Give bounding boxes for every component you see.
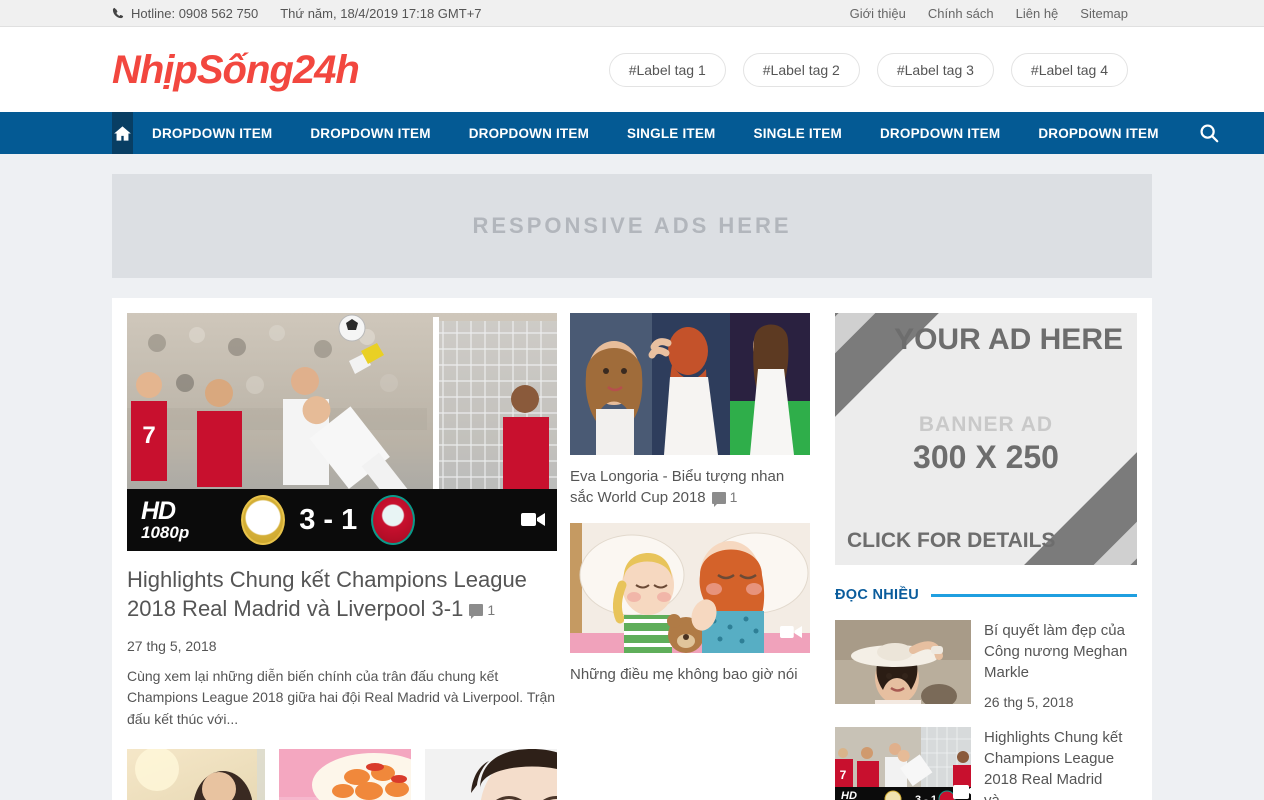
nav-search-button[interactable]: [1178, 112, 1228, 154]
food-dishes-photo: [279, 748, 412, 800]
popular-item-1-body: Bí quyết làm đẹp của Công nương Meghan M…: [984, 620, 1137, 710]
thumbnail-card-1[interactable]: [127, 748, 266, 800]
secondary-article-1-title-text: Eva Longoria - Biểu tượng nhan sắc World…: [570, 468, 785, 507]
nav-item-6[interactable]: DROPDOWN ITEM: [861, 112, 1019, 154]
comment-icon: [469, 604, 484, 620]
topbar-link-lien-he[interactable]: Liên hệ: [1016, 6, 1059, 21]
main-navigation-bar: DROPDOWN ITEM DROPDOWN ITEM DROPDOWN ITE…: [0, 112, 1264, 154]
banner-cta: CLICK FOR DETAILS: [847, 529, 1056, 552]
comment-icon: [711, 492, 726, 508]
woman-face-photo: [425, 748, 557, 800]
secondary-article-2-title[interactable]: Những điều mẹ không bao giờ nói: [570, 664, 810, 685]
popular-item-2-thumbnail: 7 HD 1080p 3 - 1: [835, 727, 971, 800]
featured-article-title-text: Highlights Chung kết Champions League 20…: [127, 567, 527, 622]
content-area: 7 HD 1080p 3 - 1 Highlights Chung kết Ch…: [112, 298, 1152, 800]
eva-longoria-collage-photo: [570, 313, 810, 455]
featured-comment-count: 1: [469, 601, 495, 620]
site-logo[interactable]: NhịpSống24h: [112, 50, 360, 90]
home-icon: [114, 125, 131, 141]
secondary-article-1-image[interactable]: [570, 313, 810, 455]
search-icon: [1200, 124, 1219, 143]
video-badge: [521, 511, 545, 533]
woman-street-photo: [127, 748, 266, 800]
datetime-text: Thứ năm, 18/4/2019 17:18 GMT+7: [280, 5, 482, 21]
secondary-article-2-video-badge: [780, 624, 802, 645]
video-camera-icon: [780, 625, 802, 638]
label-tag-3[interactable]: #Label tag 3: [876, 52, 994, 87]
banner-subtitle: BANNER AD: [918, 413, 1054, 436]
thumbnail-card-2[interactable]: [279, 748, 412, 800]
popular-item-1-thumbnail: [835, 620, 971, 704]
popular-item-2[interactable]: 7 HD 1080p 3 - 1 Highlights Chung kết Ch: [835, 727, 1137, 800]
popular-item-1[interactable]: Bí quyết làm đẹp của Công nương Meghan M…: [835, 620, 1137, 710]
nav-item-1[interactable]: DROPDOWN ITEM: [133, 112, 291, 154]
responsive-ads-label: RESPONSIVE ADS HERE: [472, 213, 792, 238]
svg-text:7: 7: [142, 422, 155, 449]
featured-column: 7 HD 1080p 3 - 1 Highlights Chung kết Ch…: [127, 313, 557, 800]
top-utility-bar: Hotline: 0908 562 750 Thứ năm, 18/4/2019…: [0, 0, 1264, 27]
hotline-text: Hotline: 0908 562 750: [131, 5, 259, 21]
popular-section-title: ĐỌC NHIỀU: [835, 587, 920, 603]
featured-comment-number: 1: [487, 602, 496, 619]
topbar-left: Hotline: 0908 562 750 Thứ năm, 18/4/2019…: [112, 6, 482, 21]
label-tag-list: #Label tag 1 #Label tag 2 #Label tag 3 #…: [608, 52, 1128, 87]
topbar-link-sitemap[interactable]: Sitemap: [1080, 6, 1128, 21]
featured-article-image[interactable]: 7 HD 1080p 3 - 1: [127, 313, 557, 551]
secondary-article-2: Những điều mẹ không bao giờ nói: [570, 522, 810, 685]
video-quality-resolution: 1080p: [141, 523, 190, 542]
current-datetime: Thứ năm, 18/4/2019 17:18 GMT+7: [280, 6, 481, 21]
match-score: 3 - 1: [299, 503, 358, 536]
topbar-link-chinh-sach[interactable]: Chính sách: [928, 6, 994, 21]
topbar-links: Giới thiệu Chính sách Liên hệ Sitemap: [850, 6, 1128, 21]
site-header: NhịpSống24h #Label tag 1 #Label tag 2 #L…: [0, 27, 1264, 112]
hotline: Hotline: 0908 562 750: [112, 6, 258, 21]
video-quality-hd: HD: [141, 497, 176, 525]
featured-article-date: 27 thg 5, 2018: [127, 637, 217, 654]
featured-article-title[interactable]: Highlights Chung kết Champions League 20…: [127, 565, 557, 624]
label-tag-1[interactable]: #Label tag 1: [608, 52, 726, 87]
nav-item-3[interactable]: DROPDOWN ITEM: [450, 112, 608, 154]
popular-section-header: ĐỌC NHIỀU: [835, 587, 1137, 603]
video-camera-icon: [521, 513, 545, 526]
sidebar: YOUR AD HERE BANNER AD 300 X 250 CLICK F…: [835, 313, 1137, 800]
nav-item-2[interactable]: DROPDOWN ITEM: [291, 112, 449, 154]
meghan-markle-photo: [835, 620, 971, 704]
responsive-ads-placeholder[interactable]: RESPONSIVE ADS HERE: [112, 174, 1152, 278]
nav-home-button[interactable]: [112, 112, 133, 154]
secondary-article-1-comment-count: 1: [711, 488, 738, 508]
secondary-column: Eva Longoria - Biểu tượng nhan sắc World…: [570, 313, 810, 800]
match-score-overlay: HD 1080p 3 - 1: [127, 489, 557, 551]
svg-text:HD: HD: [841, 790, 857, 800]
popular-item-1-title[interactable]: Bí quyết làm đẹp của Công nương Meghan M…: [984, 620, 1137, 683]
sidebar-banner-ad[interactable]: YOUR AD HERE BANNER AD 300 X 250 CLICK F…: [835, 313, 1137, 565]
secondary-article-1: Eva Longoria - Biểu tượng nhan sắc World…: [570, 313, 810, 509]
nav-item-5[interactable]: SINGLE ITEM: [735, 112, 861, 154]
label-tag-2[interactable]: #Label tag 2: [742, 52, 860, 87]
topbar-link-gioi-thieu[interactable]: Giới thiệu: [850, 6, 906, 21]
featured-article-excerpt: Cùng xem lại những diễn biến chính của t…: [127, 667, 556, 727]
phone-icon: [112, 7, 124, 19]
banner-size: 300 X 250: [913, 439, 1059, 475]
popular-item-2-title[interactable]: Highlights Chung kết Champions League 20…: [984, 727, 1137, 800]
popular-item-1-date: 26 thg 5, 2018: [984, 694, 1074, 710]
main-navigation: DROPDOWN ITEM DROPDOWN ITEM DROPDOWN ITE…: [112, 112, 1219, 154]
popular-item-2-body: Highlights Chung kết Champions League 20…: [984, 727, 1137, 800]
secondary-article-1-comment-number: 1: [729, 489, 738, 506]
banner-headline: YOUR AD HERE: [894, 323, 1123, 356]
secondary-article-2-image[interactable]: [570, 522, 810, 653]
popular-section-rule: [931, 593, 1137, 597]
svg-text:3 - 1: 3 - 1: [915, 794, 937, 800]
girls-in-bed-illustration: [570, 522, 810, 653]
real-madrid-crest-icon: [241, 495, 286, 545]
video-quality-badge: HD 1080p: [141, 497, 190, 542]
svg-text:7: 7: [840, 768, 847, 782]
liverpool-crest-icon: [371, 495, 416, 545]
label-tag-4[interactable]: #Label tag 4: [1010, 52, 1128, 87]
thumbnail-card-3[interactable]: [425, 748, 557, 800]
champions-league-thumbnail: 7 HD 1080p 3 - 1: [835, 727, 971, 800]
thumbnail-row: [127, 748, 557, 800]
nav-item-4[interactable]: SINGLE ITEM: [608, 112, 734, 154]
secondary-article-1-title[interactable]: Eva Longoria - Biểu tượng nhan sắc World…: [570, 466, 810, 509]
nav-item-7[interactable]: DROPDOWN ITEM: [1019, 112, 1177, 154]
